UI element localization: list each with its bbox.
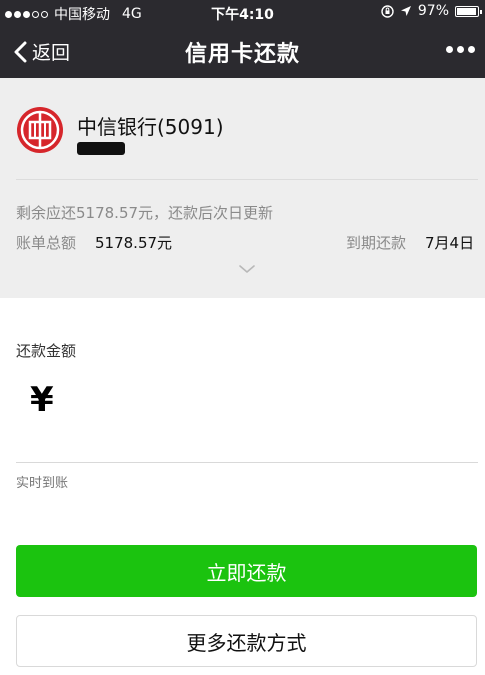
more-button[interactable] — [446, 46, 475, 53]
due-date-value: 7月4日 — [425, 234, 475, 252]
remaining-amount-text: 剩余应还5178.57元，还款后次日更新 — [16, 204, 274, 222]
amount-input[interactable] — [75, 383, 479, 423]
more-payment-methods-button[interactable]: 更多还款方式 — [16, 615, 477, 667]
battery-icon — [455, 5, 482, 17]
divider — [16, 179, 478, 180]
page-title: 信用卡还款 — [184, 42, 300, 67]
battery-percent: 97% — [417, 3, 449, 19]
status-right: 97% — [381, 3, 482, 19]
citic-bank-logo-icon — [17, 107, 63, 153]
currency-symbol: ¥ — [30, 380, 54, 420]
nav-bar: 返回 信用卡还款 — [0, 24, 485, 78]
masked-card-holder — [77, 142, 125, 155]
status-bar: 中国移动 4G 下午4:10 97% — [0, 0, 485, 24]
battery-level — [457, 7, 477, 15]
bank-name: 中信银行(5091) — [77, 115, 224, 139]
credit-card-info: 中信银行(5091) 剩余应还5178.57元，还款后次日更新 账单总额 517… — [0, 78, 485, 298]
bill-total-label: 账单总额 — [16, 234, 77, 252]
arrival-note: 实时到账 — [16, 476, 69, 491]
more-dot-icon — [468, 46, 475, 53]
rotation-lock-icon — [381, 4, 394, 18]
bill-total-value: 5178.57元 — [95, 234, 173, 252]
pay-now-button[interactable]: 立即还款 — [16, 545, 477, 597]
due-date-label: 到期还款 — [346, 234, 407, 252]
more-dot-icon — [446, 46, 453, 53]
amount-label: 还款金额 — [16, 342, 77, 360]
divider — [16, 462, 478, 463]
more-dot-icon — [457, 46, 464, 53]
chevron-down-icon[interactable] — [238, 263, 256, 275]
location-icon — [400, 6, 411, 16]
top-bar: 中国移动 4G 下午4:10 97% 返回 信用卡还款 — [0, 0, 485, 78]
